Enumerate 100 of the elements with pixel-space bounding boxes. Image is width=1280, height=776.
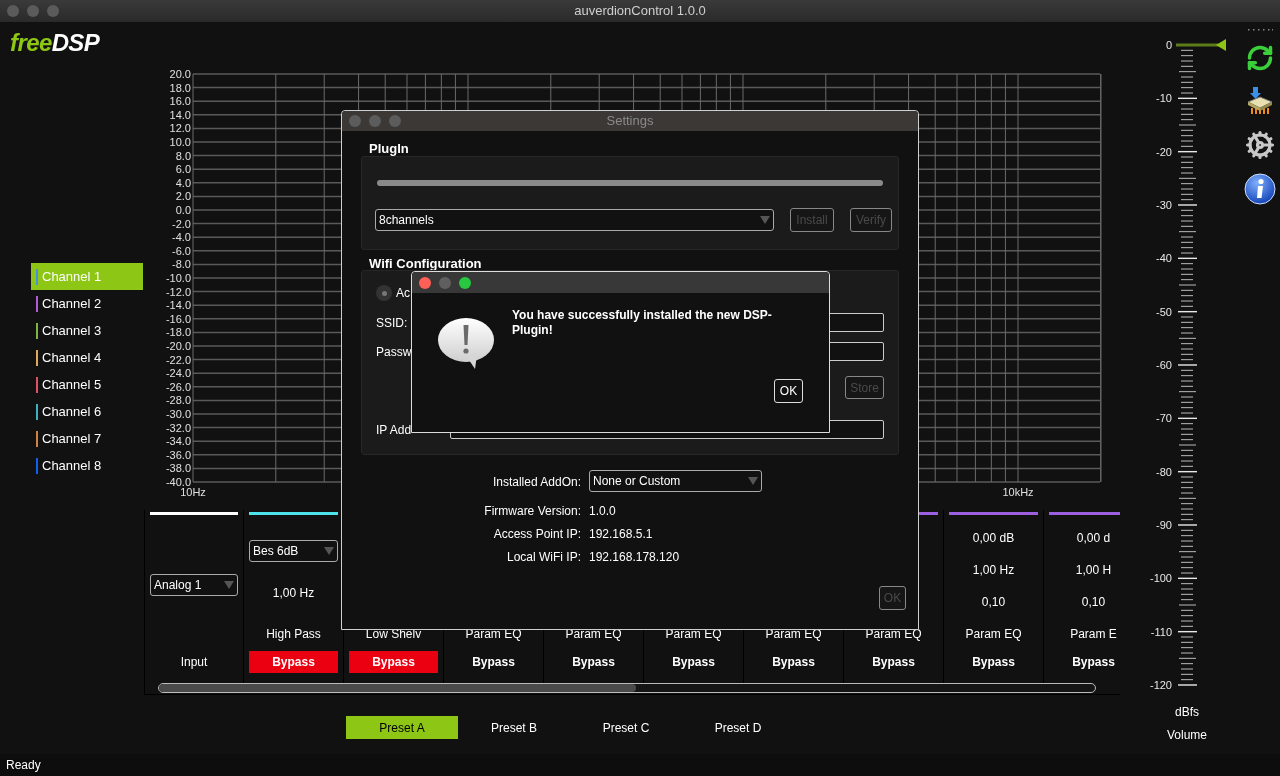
tick-label: -10.0: [165, 272, 191, 284]
strip-value: Param E: [1070, 626, 1117, 643]
bypass-toggle[interactable]: Bypass: [649, 651, 738, 673]
tick-label: -100: [1149, 572, 1172, 585]
dropdown[interactable]: Analog 1: [150, 574, 238, 596]
tick-label: 2.0: [175, 190, 191, 203]
tick-label: 0: [1165, 39, 1172, 51]
tick-label: -14.0: [165, 299, 191, 312]
tick-label: -20: [1156, 145, 1172, 158]
bypass-toggle[interactable]: Bypass: [949, 651, 1038, 673]
tick-label: -40.0: [165, 476, 191, 488]
info-label: Installed AddOn:: [491, 473, 581, 491]
strip-value: High Pass: [266, 626, 321, 643]
volume-slider[interactable]: 0 -10 -20 -30 -40 -50 -60 -70 -80 -90 -100 -110 -120: [1140, 22, 1236, 698]
slider-thumb[interactable]: [1176, 39, 1226, 51]
tick-label: -4.0: [172, 231, 191, 244]
tick-label: -2.0: [172, 217, 191, 230]
tick-label: -20.0: [165, 340, 191, 352]
tick-label: -60: [1156, 359, 1172, 371]
dropdown[interactable]: Bes 6dB: [249, 540, 338, 562]
field-label: IP Add: [376, 421, 413, 439]
dropdown[interactable]: None or Custom: [589, 470, 762, 492]
tick-label: 10kHz: [1002, 486, 1034, 498]
window-title: auverdionControl 1.0.0: [574, 2, 706, 21]
alert-icon: [437, 317, 495, 369]
grip-icon: [1247, 29, 1273, 32]
preset-tab[interactable]: Preset B: [458, 716, 570, 739]
tick-label: 18.0: [169, 81, 191, 94]
bypass-toggle[interactable]: Bypass: [349, 651, 438, 673]
info-value: 192.168.178.120: [589, 548, 681, 566]
radio-button[interactable]: [376, 285, 392, 301]
caret-icon: [224, 581, 234, 589]
strip-value: 0,10: [1081, 594, 1106, 611]
strip-label: Input: [180, 654, 208, 671]
settings-icon[interactable]: [1245, 130, 1275, 160]
tick-label: -50: [1156, 305, 1172, 318]
tick-label: 10.0: [169, 136, 191, 148]
tick-label: -16.0: [165, 312, 191, 325]
close-button[interactable]: [419, 276, 431, 289]
message-text: You have successfully installed the new DSP-Plugin!: [512, 308, 773, 338]
caret-icon: [324, 547, 334, 555]
bypass-toggle[interactable]: Bypass: [749, 651, 838, 673]
tick-label: -120: [1149, 679, 1172, 691]
chip-download-icon[interactable]: [1245, 86, 1275, 116]
bypass-toggle[interactable]: Bypass: [549, 651, 638, 673]
tick-label: -80: [1156, 465, 1172, 478]
tick-label: 4.0: [175, 176, 191, 189]
tick-label: 16.0: [169, 95, 191, 108]
tick-label: -18.0: [165, 326, 191, 339]
preset-tab[interactable]: Preset D: [682, 716, 794, 739]
zoom-button[interactable]: [459, 276, 471, 289]
tick-label: -8.0: [172, 258, 191, 271]
tick-label: -6.0: [172, 244, 191, 257]
caret-icon: [760, 216, 770, 224]
logo: freeDSP: [10, 30, 101, 56]
tick-label: -30: [1156, 199, 1172, 211]
tick-label: 6.0: [175, 163, 191, 176]
info-value: 192.168.5.1: [589, 525, 654, 543]
info-label: Local WiFi IP:: [506, 548, 581, 566]
strip-value: 1,00 Hz: [972, 562, 1015, 579]
channel-item[interactable]: Channel 8: [31, 452, 143, 479]
tick-label: -24.0: [165, 367, 191, 380]
bypass-toggle[interactable]: Bypass: [1049, 651, 1120, 673]
tick-label: 10Hz: [180, 486, 206, 498]
dropdown[interactable]: 8channels: [375, 209, 774, 231]
tick-label: -10: [1156, 92, 1172, 105]
channel-item[interactable]: Channel 3: [31, 317, 143, 344]
tick-label: -110: [1150, 625, 1172, 638]
volume-unit: dBfs: [1175, 704, 1199, 721]
tick-label: 12.0: [169, 122, 191, 135]
strip-value: 0,10: [981, 594, 1006, 611]
channel-item[interactable]: Channel 6: [31, 398, 143, 425]
strip-value: Param EQ: [965, 626, 1022, 643]
ok-button[interactable]: OK: [774, 379, 803, 403]
bypass-toggle[interactable]: Bypass: [449, 651, 538, 673]
bypass-toggle[interactable]: Bypass: [849, 651, 938, 673]
status-bar: Ready: [0, 754, 1280, 776]
preset-tab[interactable]: Preset C: [570, 716, 682, 739]
channel-item[interactable]: Channel 5: [31, 371, 143, 398]
bypass-toggle[interactable]: Bypass: [249, 651, 338, 673]
preset-tab[interactable]: Preset A: [346, 716, 458, 739]
radio-label: Ac: [396, 285, 410, 302]
channel-item[interactable]: Channel 7: [31, 425, 143, 452]
group-title: PlugIn: [369, 141, 410, 157]
strip-value: 0,00 dB: [972, 530, 1015, 547]
tick-label: 8.0: [175, 149, 191, 162]
channel-item[interactable]: Channel 4: [31, 344, 143, 371]
tick-label: -30.0: [165, 408, 191, 420]
tick-label: -12.0: [165, 285, 191, 298]
info-label: Access Point IP:: [492, 525, 581, 543]
strip-value: 1,00 H: [1075, 562, 1112, 579]
tick-label: 14.0: [169, 108, 191, 121]
channel-item[interactable]: Channel 2: [31, 290, 143, 317]
field-label: Passw: [376, 343, 413, 361]
strip-value: 0,00 d: [1076, 530, 1111, 547]
info-icon[interactable]: [1244, 173, 1276, 205]
tick-label: 0.0: [175, 204, 191, 216]
horizontal-scrollbar[interactable]: [158, 683, 1096, 693]
tick-label: 20.0: [169, 68, 191, 80]
refresh-icon[interactable]: [1246, 44, 1274, 72]
